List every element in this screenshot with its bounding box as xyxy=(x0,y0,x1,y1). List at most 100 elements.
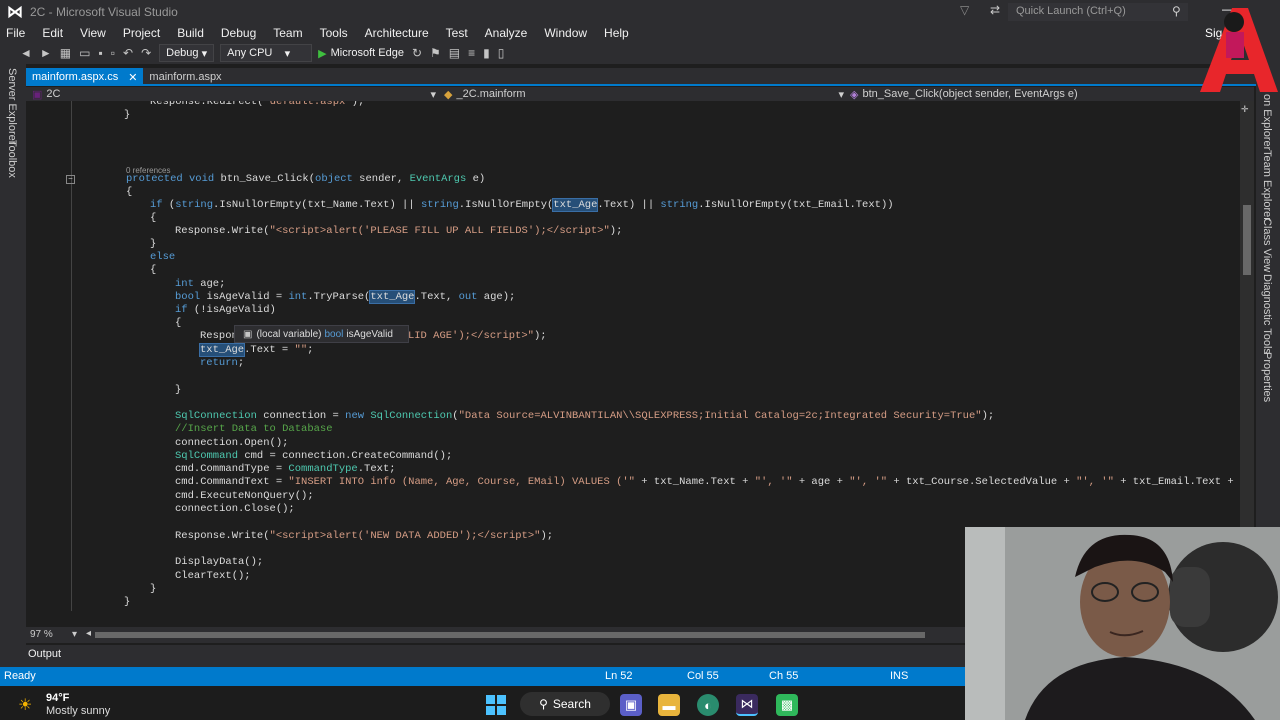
app-taskbar-icon[interactable]: ▩ xyxy=(776,694,798,716)
quick-info-tooltip: ▣ (local variable) bool isAgeValid xyxy=(234,325,409,343)
horizontal-scroll-thumb[interactable] xyxy=(95,632,925,638)
local-variable-icon: ▣ xyxy=(243,328,253,340)
chevron-down-icon[interactable]: ▾ xyxy=(72,629,77,640)
tooltip-name: isAgeValid xyxy=(346,328,393,340)
menu-help[interactable]: Help xyxy=(604,26,629,40)
visual-studio-logo-icon: ⋈ xyxy=(7,4,23,21)
menu-view[interactable]: View xyxy=(80,26,106,40)
code-line: } xyxy=(124,109,131,121)
status-column: Col 55 xyxy=(687,670,719,682)
menu-architecture[interactable]: Architecture xyxy=(365,26,429,40)
weather-sun-icon[interactable]: ☀ xyxy=(18,695,38,714)
member-dropdown[interactable]: ◈ btn_Save_Click(object sender, EventArg… xyxy=(850,87,1250,101)
weather-description[interactable]: Mostly sunny xyxy=(46,705,110,717)
search-label: Search xyxy=(552,697,591,711)
collapse-icon[interactable]: − xyxy=(66,175,75,184)
code-line: ClearText(); xyxy=(175,570,251,582)
platform-select[interactable]: Any CPU ▾ xyxy=(220,44,313,62)
solution-explorer-tab[interactable]: on Explorer xyxy=(1261,94,1273,150)
code-line: txt_Age.Text = ""; xyxy=(198,343,314,357)
menu-debug[interactable]: Debug xyxy=(221,26,256,40)
file-explorer-icon[interactable]: ▬ xyxy=(658,694,680,716)
code-line: SqlCommand cmd = connection.CreateComman… xyxy=(175,450,453,462)
diagnostic-tools-tab[interactable]: Diagnostic Tools xyxy=(1261,274,1273,354)
properties-tab[interactable]: Properties xyxy=(1261,352,1273,402)
menu-project[interactable]: Project xyxy=(123,26,160,40)
code-line: } xyxy=(124,596,131,608)
code-line: } xyxy=(175,384,182,396)
code-line: return; xyxy=(200,357,245,369)
refresh-icon[interactable]: ↻ xyxy=(412,46,422,60)
notification-filter-icon[interactable]: ▽ xyxy=(960,3,969,17)
code-line: if (string.IsNullOrEmpty(txt_Name.Text) … xyxy=(150,198,894,212)
menu-test[interactable]: Test xyxy=(446,26,468,40)
tab-mainform-aspx[interactable]: mainform.aspx xyxy=(143,68,227,86)
forward-icon[interactable]: ► xyxy=(40,46,52,60)
status-bar: Ready Ln 52 Col 55 Ch 55 INS xyxy=(0,667,965,686)
teams-icon[interactable]: ▣ xyxy=(620,694,642,716)
new-project-icon[interactable]: ▦ xyxy=(60,46,71,60)
chevron-down-icon: ▾ xyxy=(430,88,436,101)
feedback-icon[interactable]: ⇄ xyxy=(990,3,1000,17)
open-file-icon[interactable]: ▭ xyxy=(79,46,90,60)
weather-temperature[interactable]: 94°F xyxy=(46,692,69,704)
tooltip-prefix: (local variable) xyxy=(256,328,322,340)
tab-mainform-aspx-cs[interactable]: mainform.aspx.cs ✕ xyxy=(26,68,144,86)
zoom-level[interactable]: 97 % xyxy=(30,629,53,640)
split-icon[interactable]: ✛ xyxy=(1241,104,1249,115)
project-dropdown[interactable]: ▣ 2C ▾ xyxy=(32,87,436,101)
comment-icon[interactable]: ▯ xyxy=(498,46,505,60)
bookmark-icon[interactable]: ▮ xyxy=(483,46,490,60)
close-icon[interactable]: ✕ xyxy=(128,71,137,84)
search-icon[interactable]: ⚲ xyxy=(1172,4,1181,18)
status-char: Ch 55 xyxy=(769,670,799,682)
code-line: if (!isAgeValid) xyxy=(175,304,276,316)
class-view-tab[interactable]: Class View xyxy=(1261,218,1273,272)
menu-team[interactable]: Team xyxy=(273,26,302,40)
toolbox-tab[interactable]: Toolbox xyxy=(6,140,18,178)
method-icon: ◈ xyxy=(850,88,859,101)
edge-browser-icon[interactable]: ◐ xyxy=(697,694,719,716)
run-target-button[interactable]: Microsoft Edge xyxy=(331,47,404,59)
code-line: } xyxy=(150,583,157,595)
team-explorer-tab[interactable]: Team Explorer xyxy=(1261,150,1273,221)
code-line: { xyxy=(126,186,133,198)
class-dropdown[interactable]: ◆ _2C.mainform ▾ xyxy=(444,87,844,101)
scroll-left-icon[interactable]: ◂ xyxy=(86,628,91,639)
taskbar-search-button[interactable]: ⚲ Search xyxy=(520,692,610,716)
quick-launch-input[interactable]: Quick Launch (Ctrl+Q) xyxy=(1008,3,1188,21)
visual-studio-taskbar-icon[interactable]: ⋈ xyxy=(736,694,758,716)
start-debugging-icon[interactable]: ▶ xyxy=(318,47,326,60)
redo-icon[interactable]: ↷ xyxy=(141,46,151,60)
class-name: _2C.mainform xyxy=(456,88,526,100)
chevron-down-icon: ▾ xyxy=(838,88,844,101)
code-line: DisplayData(); xyxy=(175,556,264,568)
menu-tools[interactable]: Tools xyxy=(320,26,348,40)
save-all-icon[interactable]: ▫ xyxy=(111,46,115,60)
project-name: 2C xyxy=(46,88,61,100)
window-title: 2C - Microsoft Visual Studio xyxy=(30,5,178,19)
code-line: cmd.CommandType = CommandType.Text; xyxy=(175,463,396,475)
configuration-select[interactable]: Debug ▾ xyxy=(159,44,215,62)
tooltip-keyword: bool xyxy=(324,328,344,340)
channel-logo xyxy=(1198,0,1280,92)
status-line: Ln 52 xyxy=(605,670,633,682)
undo-icon[interactable]: ↶ xyxy=(123,46,133,60)
save-icon[interactable]: ▪ xyxy=(98,46,102,60)
output-label: Output xyxy=(28,648,62,660)
menu-bar: File Edit View Project Build Debug Team … xyxy=(0,24,1280,42)
menu-analyze[interactable]: Analyze xyxy=(485,26,528,40)
menu-file[interactable]: File xyxy=(6,26,25,40)
vertical-scroll-thumb[interactable] xyxy=(1243,205,1251,275)
menu-build[interactable]: Build xyxy=(177,26,204,40)
menu-window[interactable]: Window xyxy=(544,26,587,40)
configuration-value: Debug xyxy=(166,47,199,59)
solution-explorer-icon[interactable]: ▤ xyxy=(449,46,460,60)
align-icon[interactable]: ≡ xyxy=(468,46,475,60)
menu-edit[interactable]: Edit xyxy=(42,26,63,40)
browser-link-icon[interactable]: ⚑ xyxy=(430,46,441,60)
server-explorer-tab[interactable]: Server Explorer xyxy=(6,68,18,144)
windows-start-icon[interactable] xyxy=(486,695,506,715)
platform-value: Any CPU xyxy=(227,47,273,59)
back-icon[interactable]: ◄ xyxy=(20,46,32,60)
